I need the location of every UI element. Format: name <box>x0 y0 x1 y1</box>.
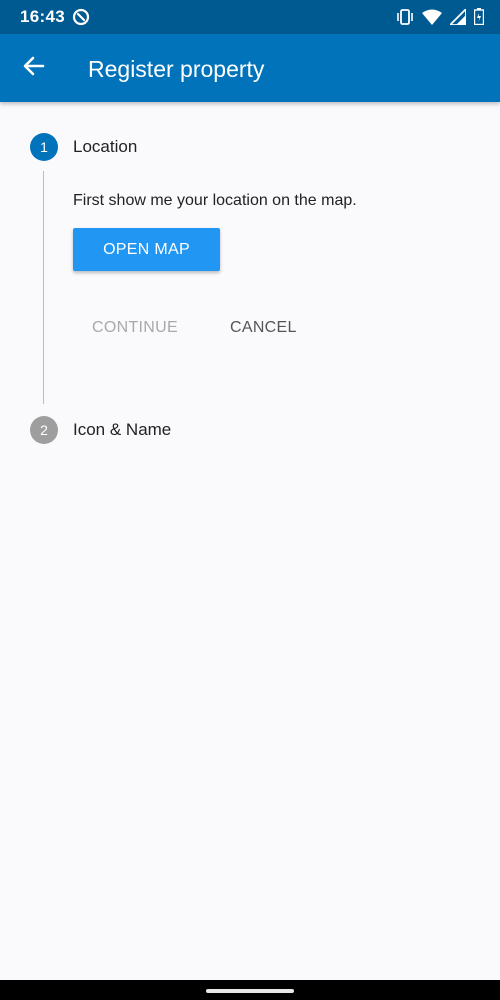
navigation-bar <box>0 980 500 1000</box>
status-bar: 16:43 <box>0 0 500 34</box>
step-2-indicator: 2 <box>30 416 58 444</box>
back-button[interactable] <box>14 48 54 88</box>
vibrate-icon <box>396 8 414 25</box>
continue-button[interactable]: CONTINUE <box>92 316 178 340</box>
page-title: Register property <box>88 56 265 82</box>
arrow-back-icon <box>23 55 45 82</box>
signal-icon <box>450 8 466 25</box>
step-2-label[interactable]: Icon & Name <box>73 419 171 441</box>
step-1-description: First show me your location on the map. <box>73 192 357 209</box>
app-notification-icon <box>72 8 90 26</box>
battery-icon <box>474 8 484 25</box>
status-time: 16:43 <box>20 7 65 26</box>
home-gesture-handle[interactable] <box>206 989 294 993</box>
app-bar: Register property <box>0 34 500 102</box>
cancel-button[interactable]: CANCEL <box>230 316 297 340</box>
step-connector-line <box>43 171 44 404</box>
step-1-label[interactable]: Location <box>73 136 137 158</box>
open-map-button[interactable]: OPEN MAP <box>73 228 220 271</box>
wifi-icon <box>422 9 442 25</box>
step-1-indicator: 1 <box>30 133 58 161</box>
